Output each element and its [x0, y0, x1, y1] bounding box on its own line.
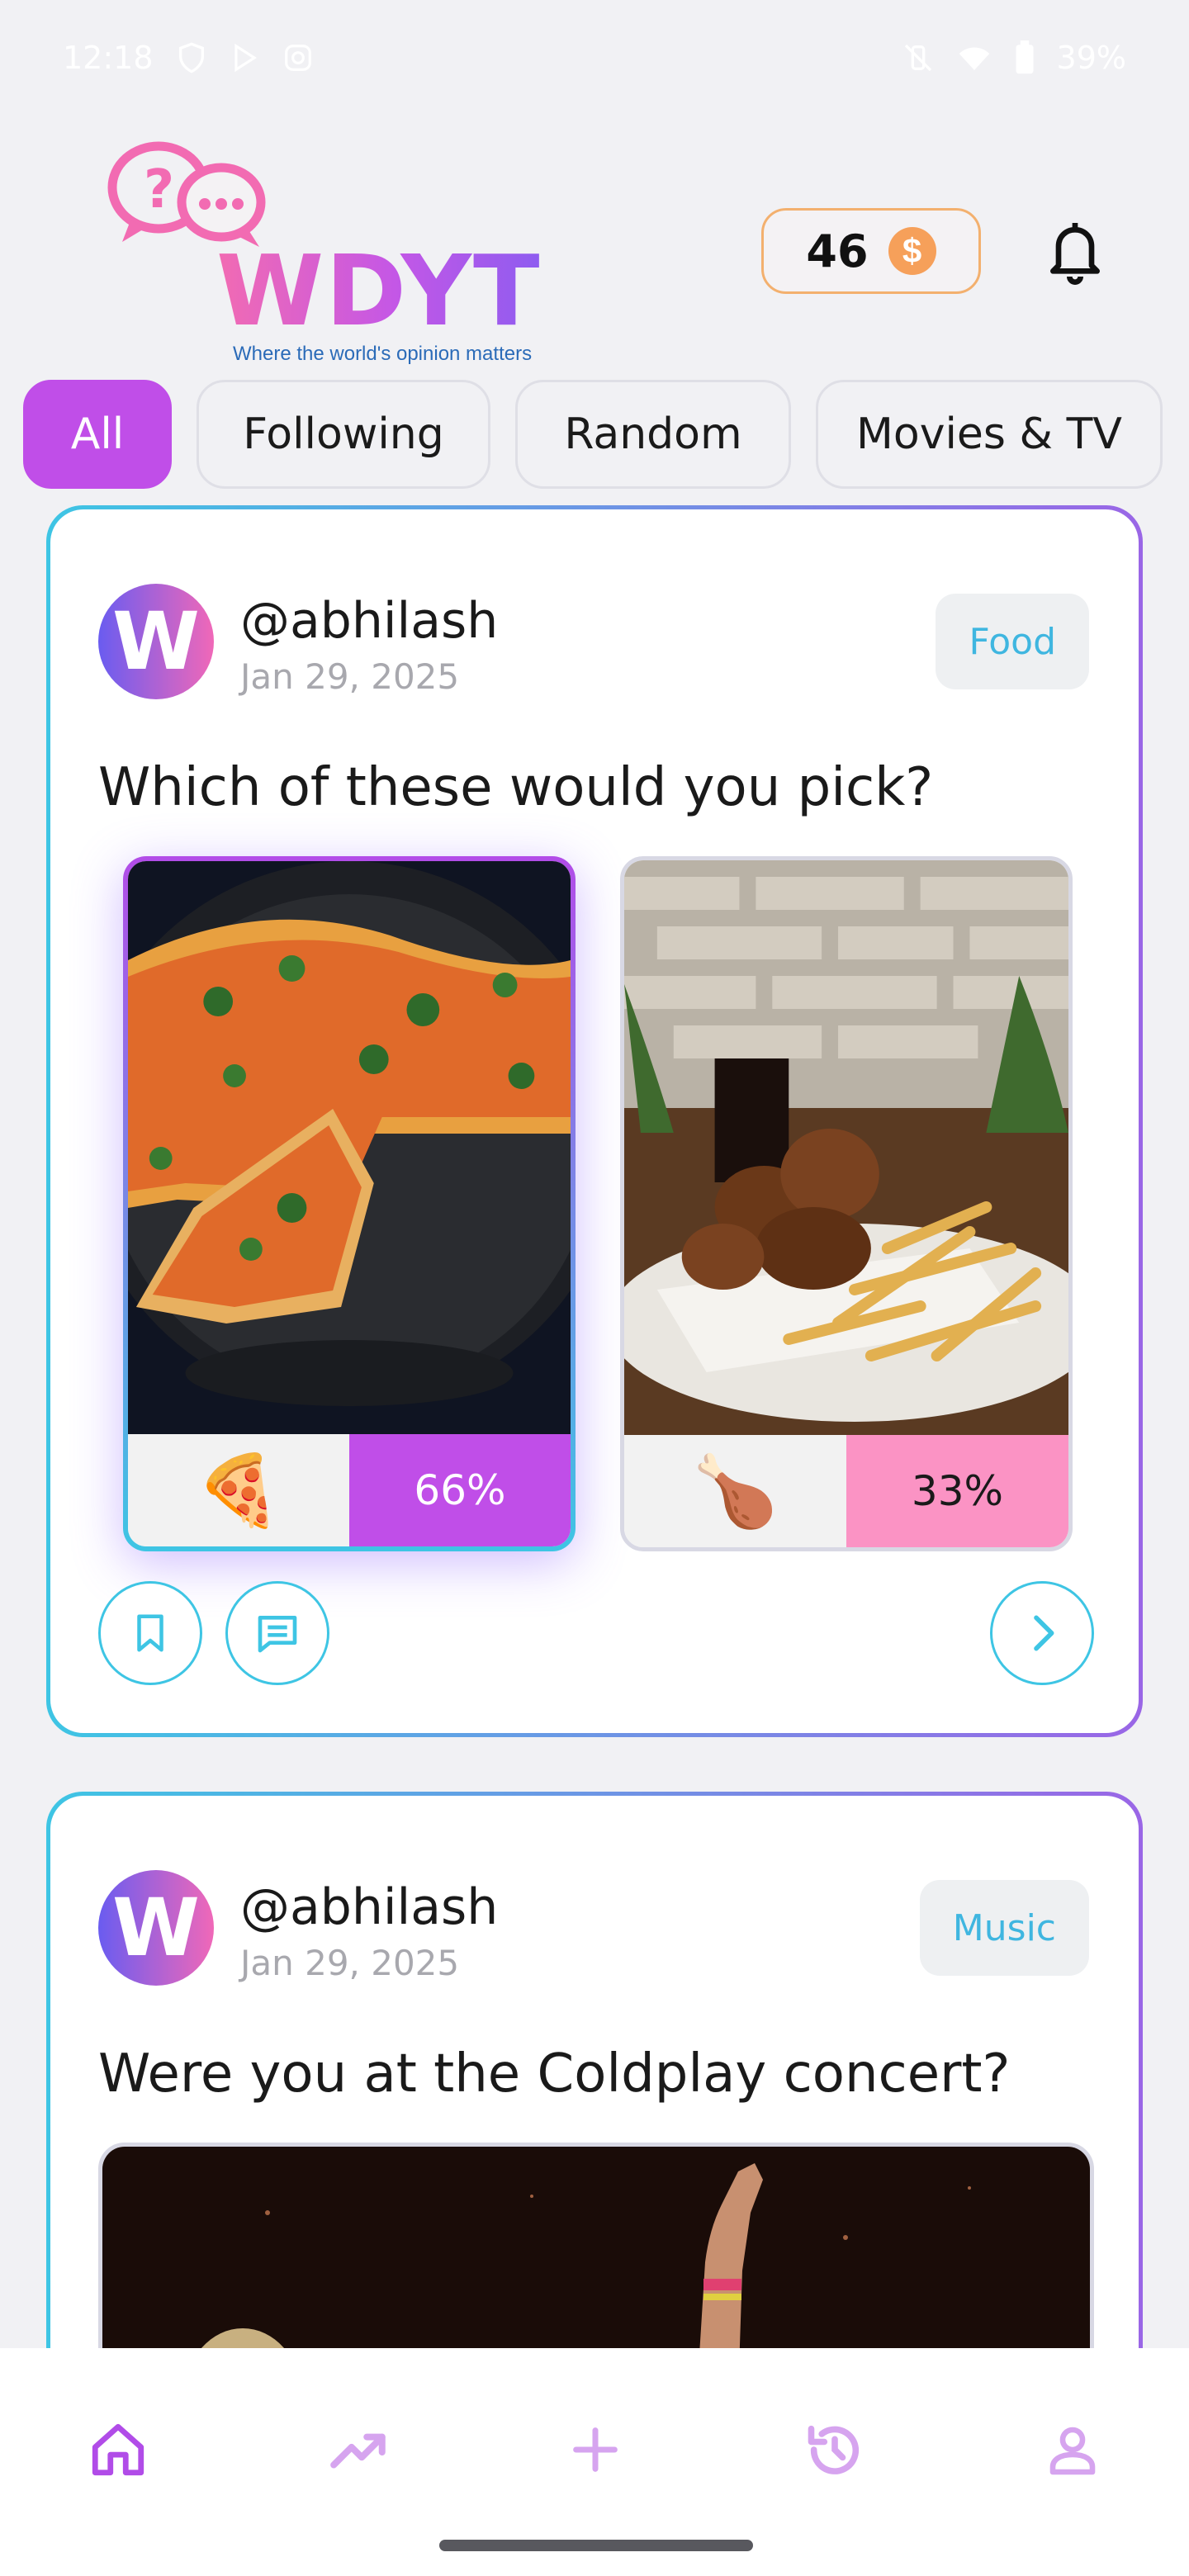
- status-bar: 12:18 39%: [0, 0, 1189, 116]
- comments-button[interactable]: [225, 1581, 329, 1685]
- nav-home[interactable]: [81, 2413, 155, 2487]
- avatar[interactable]: W: [98, 1870, 214, 1986]
- battery-icon: [1014, 40, 1035, 75]
- logo-wordmark: WDYT: [216, 234, 542, 348]
- chevron-right-icon: [1034, 1615, 1054, 1651]
- post-date: Jan 29, 2025: [240, 656, 460, 697]
- bookmark-icon: [137, 1614, 163, 1652]
- app-logo: ? WDYT Where the world's opinion matters: [107, 136, 570, 367]
- poll-percentage: 66%: [349, 1434, 571, 1546]
- pizza-emoji-icon: 🍕: [128, 1434, 349, 1546]
- post-username[interactable]: @abhilash: [240, 1878, 498, 1936]
- coin-count: 46: [806, 225, 869, 277]
- category-badge[interactable]: Music: [919, 1880, 1089, 1976]
- plus-icon: [573, 2427, 618, 2472]
- nav-create[interactable]: [558, 2413, 632, 2487]
- instagram-icon: [282, 42, 314, 73]
- bottom-navigation: [0, 2348, 1189, 2576]
- profile-icon: [1049, 2427, 1096, 2475]
- poll-percentage: 33%: [846, 1435, 1068, 1547]
- chip-movies-tv[interactable]: Movies & TV: [816, 380, 1163, 489]
- post-question: Which of these would you pick?: [98, 757, 934, 818]
- chip-following[interactable]: Following: [197, 380, 490, 489]
- play-store-icon: [230, 42, 261, 73]
- home-icon: [92, 2423, 144, 2476]
- poll-option-footer: 🍗 33%: [624, 1435, 1068, 1547]
- fried-chicken-photo: [624, 860, 1068, 1435]
- battery-percent: 39%: [1056, 40, 1126, 76]
- svg-text:?: ?: [144, 159, 174, 220]
- poll-option-footer: 🍕 66%: [128, 1434, 571, 1546]
- category-badge[interactable]: Food: [936, 594, 1089, 689]
- coin-balance-button[interactable]: 46 $: [761, 208, 981, 294]
- vpn-shield-icon: [175, 41, 208, 74]
- history-icon: [808, 2425, 860, 2474]
- nav-history[interactable]: [798, 2413, 872, 2487]
- logo-tagline: Where the world's opinion matters: [233, 343, 533, 365]
- pizza-photo: [128, 861, 571, 1436]
- home-indicator[interactable]: [439, 2540, 753, 2551]
- status-left: 12:18: [63, 40, 314, 76]
- status-right: 39%: [902, 40, 1126, 76]
- chip-all[interactable]: All: [23, 380, 172, 489]
- post-question: Were you at the Coldplay concert?: [98, 2043, 1011, 2105]
- next-post-button[interactable]: [990, 1581, 1094, 1685]
- poll-option-chicken[interactable]: 🍗 33%: [620, 856, 1073, 1551]
- post-card[interactable]: W @abhilash Jan 29, 2025 Food Which of t…: [46, 505, 1143, 1737]
- notifications-bell-icon[interactable]: [1042, 215, 1108, 289]
- bookmark-button[interactable]: [98, 1581, 202, 1685]
- post-username[interactable]: @abhilash: [240, 592, 498, 650]
- comment-icon: [258, 1616, 297, 1653]
- post-card-body: W @abhilash Jan 29, 2025 Food Which of t…: [50, 509, 1139, 1733]
- avatar[interactable]: W: [98, 584, 214, 699]
- post-date: Jan 29, 2025: [240, 1943, 460, 1983]
- coin-icon: $: [888, 227, 936, 275]
- nav-trending[interactable]: [322, 2413, 396, 2487]
- nav-profile[interactable]: [1035, 2413, 1110, 2487]
- poll-option-pizza[interactable]: 🍕 66%: [123, 856, 576, 1551]
- category-filter-chips: All Following Random Movies & TV: [23, 380, 1163, 489]
- status-time: 12:18: [63, 40, 154, 76]
- app-header: ? WDYT Where the world's opinion matters…: [0, 132, 1189, 372]
- trending-icon: [330, 2433, 386, 2469]
- wifi-icon: [956, 41, 992, 74]
- chip-random[interactable]: Random: [515, 380, 791, 489]
- poultry-leg-emoji-icon: 🍗: [624, 1435, 846, 1547]
- mute-vibrate-icon: [902, 41, 935, 74]
